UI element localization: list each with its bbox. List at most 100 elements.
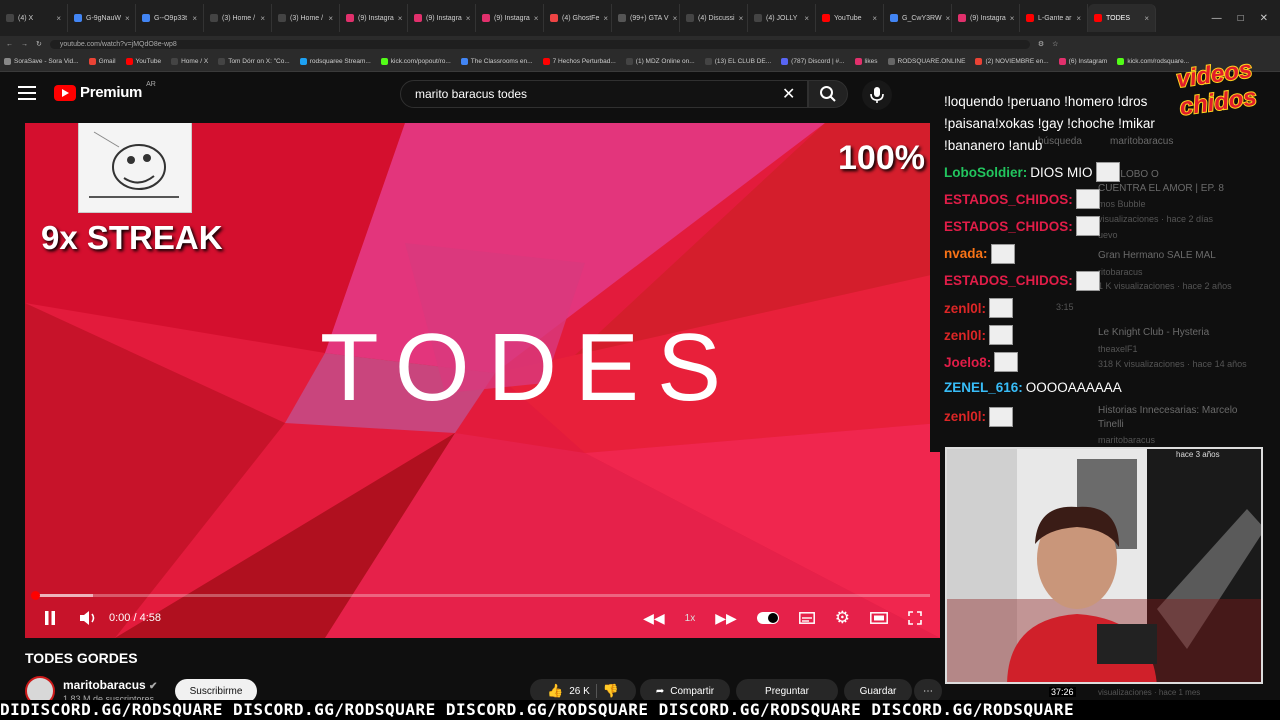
tab-close-icon[interactable]: ×	[946, 14, 951, 23]
bookmark-item[interactable]: (787) Discord | #...	[781, 58, 845, 65]
bookmark-item[interactable]: rodsquaree Stream...	[299, 58, 371, 65]
bookmark-item[interactable]: Gmail	[88, 58, 116, 65]
search-input[interactable]: marito baracus todes	[400, 80, 808, 108]
bookmark-item[interactable]: (1) MDZ Online on...	[625, 58, 695, 65]
browser-tab[interactable]: (4) X ×	[0, 4, 68, 32]
tab-close-icon[interactable]: ×	[739, 14, 744, 23]
browser-tab[interactable]: G-9gNauW ×	[68, 4, 136, 32]
menu-icon[interactable]	[18, 86, 36, 100]
scrubber-handle[interactable]	[31, 591, 40, 600]
rec-3-title[interactable]: Le Knight Club - Hysteria	[1098, 327, 1209, 338]
rewind-icon[interactable]: ◀◀	[643, 610, 665, 627]
bookmark-item[interactable]: SoraSave - Sora Vid...	[4, 58, 79, 65]
chat-message: Joelo8:	[944, 352, 1019, 373]
browser-tab[interactable]: TODES ×	[1088, 4, 1156, 32]
tab-close-icon[interactable]: ×	[466, 14, 471, 23]
star-icon[interactable]: ☆	[1052, 40, 1058, 48]
browser-tab[interactable]: (4) JOLLY ×	[748, 4, 816, 32]
browser-tab[interactable]: (3) Home / ×	[272, 4, 340, 32]
browser-tab[interactable]: (99+) GTA V ×	[612, 4, 680, 32]
thumbs-down-icon[interactable]: 👎	[603, 683, 619, 699]
tab-close-icon[interactable]: ×	[260, 14, 265, 23]
tab-close-icon[interactable]: ×	[804, 14, 809, 23]
tab-close-icon[interactable]: ×	[603, 14, 608, 23]
tab-close-icon[interactable]: ×	[125, 14, 130, 23]
browser-tab[interactable]: G--O9p33t ×	[136, 4, 204, 32]
minimize-icon[interactable]: —	[1212, 13, 1222, 24]
tab-close-icon[interactable]: ×	[1010, 14, 1015, 23]
bookmark-item[interactable]: YouTube	[125, 58, 161, 65]
browser-tab[interactable]: (9) Instagra ×	[476, 4, 544, 32]
bookmark-label: likes	[864, 58, 878, 65]
browser-tab[interactable]: (3) Home / ×	[204, 4, 272, 32]
maximize-icon[interactable]: □	[1238, 13, 1244, 24]
tab-close-icon[interactable]: ×	[1076, 14, 1081, 23]
bookmark-item[interactable]: (6) Instagram	[1058, 58, 1107, 65]
bookmark-label: (787) Discord | #...	[791, 58, 845, 65]
url-field[interactable]: youtube.com/watch?v=jMQdO8e-wp8	[49, 39, 1030, 49]
browser-tab[interactable]: (9) Instagra ×	[952, 4, 1020, 32]
tab-close-icon[interactable]: ×	[56, 14, 61, 23]
browser-tab[interactable]: YouTube ×	[816, 4, 884, 32]
rec-4-title-2[interactable]: Tinelli	[1098, 419, 1124, 430]
tab-close-icon[interactable]: ×	[673, 14, 678, 23]
rec-2-title[interactable]: Gran Hermano SALE MAL	[1098, 250, 1216, 261]
tab-close-icon[interactable]: ×	[328, 14, 333, 23]
rec-1-tag: uevo	[1098, 230, 1118, 240]
autoplay-toggle[interactable]	[756, 612, 779, 624]
video-player[interactable]: 9x STREAK 100% TODES 0:00 / 4:58 ◀◀ 1x ▶…	[25, 123, 940, 638]
rec-1-title-2[interactable]: CUENTRA EL AMOR | EP. 8	[1098, 183, 1224, 194]
channel-name[interactable]: maritobaracus ✔	[63, 678, 157, 692]
browser-tab[interactable]: (4) Discussi ×	[680, 4, 748, 32]
bookmark-label: kick.com/popout/ro...	[390, 58, 451, 65]
bookmark-label: Home / X	[181, 58, 209, 65]
rec-4-title[interactable]: Historias Innecesarias: Marcelo	[1098, 405, 1238, 416]
pause-icon[interactable]	[41, 611, 59, 625]
tab-close-icon[interactable]: ×	[398, 14, 403, 23]
chat-emote-icon	[989, 406, 1014, 427]
tab-label: (4) X	[18, 14, 34, 22]
discord-ticker: DIDISCORD.GG/RODSQUARE DISCORD.GG/RODSQU…	[0, 700, 1280, 720]
browser-tab[interactable]: (9) Instagra ×	[340, 4, 408, 32]
browser-tab[interactable]: G_CwY3RW ×	[884, 4, 952, 32]
like-button[interactable]: 👍 26 K	[547, 683, 590, 699]
progress-bar[interactable]	[31, 591, 930, 600]
back-icon[interactable]: ←	[6, 41, 13, 48]
tab-close-icon[interactable]: ×	[534, 14, 539, 23]
bookmark-item[interactable]: Tom Dórr on X: "Co...	[218, 58, 290, 65]
speed-label[interactable]: 1x	[685, 613, 696, 624]
reload-icon[interactable]: ↻	[36, 40, 42, 48]
browser-tab[interactable]: (4) GhostFe ×	[544, 4, 612, 32]
tab-close-icon[interactable]: ×	[1144, 14, 1149, 23]
clear-search-icon[interactable]: ✕	[782, 84, 795, 104]
voice-search-button[interactable]	[862, 80, 892, 110]
fast-forward-icon[interactable]: ▶▶	[715, 610, 737, 627]
extensions-icon[interactable]: ⚙	[1038, 40, 1044, 48]
volume-icon[interactable]	[79, 610, 99, 626]
browser-tab[interactable]: L-Gante ar ×	[1020, 4, 1088, 32]
settings-gear-icon[interactable]: ⚙	[835, 608, 850, 628]
subtitles-icon[interactable]	[798, 612, 815, 624]
bookmark-item[interactable]: likes	[854, 58, 878, 65]
tab-close-icon[interactable]: ×	[192, 14, 197, 23]
forward-icon[interactable]: →	[21, 41, 28, 48]
bookmark-item[interactable]: 7 Hechos Perturbad...	[542, 58, 616, 65]
chip-channel[interactable]: maritobaracus	[1110, 136, 1173, 147]
chat-message: zenl0l:	[944, 406, 1014, 427]
bookmark-item[interactable]: (13) EL CLUB DE...	[704, 58, 771, 65]
browser-tab[interactable]: (9) Instagra ×	[408, 4, 476, 32]
bookmark-item[interactable]: Home / X	[171, 58, 208, 65]
fullscreen-icon[interactable]	[908, 611, 922, 625]
search-button[interactable]	[808, 80, 848, 108]
theater-glyph	[870, 612, 888, 624]
bookmark-favicon-icon	[704, 58, 712, 65]
theater-mode-icon[interactable]	[870, 612, 888, 624]
youtube-logo[interactable]: Premium AR	[54, 81, 156, 101]
chip-search[interactable]: búsqueda	[1038, 136, 1082, 147]
close-window-icon[interactable]: ✕	[1260, 13, 1268, 24]
bookmark-item[interactable]: (2) NOVIEMBRE en...	[975, 58, 1049, 65]
bookmark-item[interactable]: kick.com/popout/ro...	[380, 58, 451, 65]
bookmark-item[interactable]: RODSQUARE.ONLINE	[887, 58, 965, 65]
bookmark-item[interactable]: The Classrooms en...	[460, 58, 533, 65]
tab-close-icon[interactable]: ×	[872, 14, 877, 23]
